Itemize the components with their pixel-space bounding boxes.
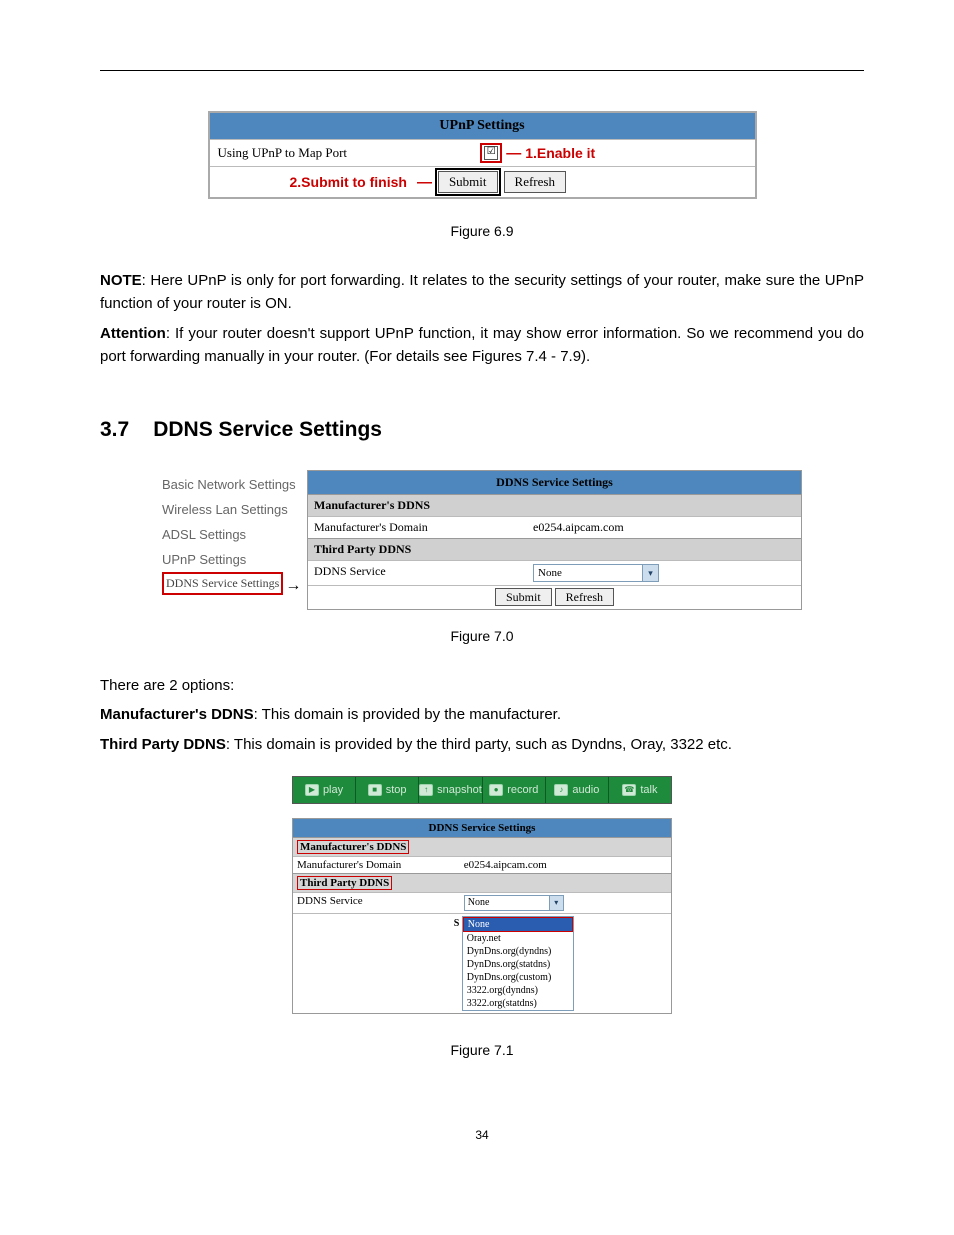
attention-text: : If your router doesn't support UPnP fu…: [100, 325, 864, 365]
manufacturer-domain-value-2: e0254.aipcam.com: [460, 857, 671, 873]
refresh-button[interactable]: Refresh: [504, 171, 566, 193]
toolbar-stop-label: stop: [386, 784, 407, 796]
ddns-service-select-value-2: None: [468, 897, 490, 908]
ddns-service-label-2: DDNS Service: [293, 893, 460, 913]
manufacturer-domain-label: Manufacturer's Domain: [308, 517, 527, 538]
ddns-service-select-2[interactable]: None ▾: [464, 895, 564, 911]
toolbar-stop[interactable]: ■ stop: [356, 777, 419, 803]
settings-sidebar: Basic Network Settings Wireless Lan Sett…: [162, 470, 307, 610]
upnp-title: UPnP Settings: [210, 113, 755, 139]
talk-icon: ☎: [622, 784, 636, 796]
submit-button[interactable]: Submit: [438, 171, 498, 193]
player-toolbar: ▶ play ■ stop ↑ snapshot ● record ♪ audio ☎ ta…: [292, 776, 672, 804]
attention-paragraph: Attention: If your router doesn't suppor…: [100, 322, 864, 369]
ddns-head-2: DDNS Service Settings: [293, 819, 671, 837]
note-text: : Here UPnP is only for port forwarding.…: [100, 272, 864, 312]
toolbar-play-label: play: [323, 784, 343, 796]
toolbar-record[interactable]: ● record: [483, 777, 546, 803]
submit-button[interactable]: Submit: [495, 588, 552, 606]
upnp-checkbox[interactable]: ☑: [484, 146, 498, 160]
chevron-down-icon: ▾: [642, 565, 658, 581]
record-icon: ●: [489, 784, 503, 796]
ddns-option-oray[interactable]: Oray.net: [463, 932, 573, 945]
figure-7-1-caption: Figure 7.1: [100, 1042, 864, 1058]
toolbar-snapshot-label: snapshot: [437, 784, 482, 796]
upnp-settings-panel: UPnP Settings Using UPnP to Map Port ☑ —…: [208, 111, 757, 199]
ddns-dropdown-panel: ▶ play ■ stop ↑ snapshot ● record ♪ audio ☎ ta…: [292, 776, 672, 1014]
stop-icon: ■: [368, 784, 382, 796]
s-annotation: S: [454, 918, 460, 929]
play-icon: ▶: [305, 784, 319, 796]
note-paragraph: NOTE: Here UPnP is only for port forward…: [100, 269, 864, 316]
sidebar-arrow-icon: →: [285, 577, 301, 594]
top-rule: [100, 70, 864, 71]
sidebar-item-basic-network[interactable]: Basic Network Settings: [162, 472, 307, 497]
ddns-sub-thirdparty: Third Party DDNS: [308, 538, 801, 560]
option1-paragraph: Manufacturer's DDNS: This domain is prov…: [100, 703, 864, 726]
section-title: DDNS Service Settings: [153, 418, 382, 441]
annotation-submit: 2.Submit to finish: [290, 174, 407, 190]
sidebar-item-upnp[interactable]: UPnP Settings: [162, 547, 307, 572]
option2-paragraph: Third Party DDNS: This domain is provide…: [100, 733, 864, 756]
ddns-options-dropdown[interactable]: None Oray.net DynDns.org(dyndns) DynDns.…: [462, 916, 574, 1011]
toolbar-play[interactable]: ▶ play: [293, 777, 356, 803]
annotation-dash-2: —: [417, 174, 432, 191]
figure-7-0-caption: Figure 7.0: [100, 628, 864, 644]
chevron-down-icon: ▾: [549, 896, 563, 910]
toolbar-audio[interactable]: ♪ audio: [546, 777, 609, 803]
ddns-option-dyndns-custom[interactable]: DynDns.org(custom): [463, 971, 573, 984]
upnp-row-label: Using UPnP to Map Port: [210, 140, 477, 166]
upnp-checkbox-highlight: ☑: [480, 143, 502, 163]
audio-icon: ♪: [554, 784, 568, 796]
toolbar-talk-label: talk: [640, 784, 657, 796]
ddns-option-dyndns-stat[interactable]: DynDns.org(statdns): [463, 958, 573, 971]
attention-label: Attention: [100, 325, 166, 342]
option2-text: : This domain is provided by the third p…: [226, 736, 732, 753]
ddns-settings-panel: Basic Network Settings Wireless Lan Sett…: [162, 470, 802, 610]
sidebar-item-ddns-selected[interactable]: DDNS Service Settings: [162, 572, 283, 595]
manufacturer-ddns-box: Manufacturer's DDNS: [297, 840, 409, 854]
note-label: NOTE: [100, 272, 142, 289]
sidebar-item-adsl[interactable]: ADSL Settings: [162, 522, 307, 547]
option1-text: : This domain is provided by the manufac…: [254, 706, 561, 723]
refresh-button[interactable]: Refresh: [555, 588, 614, 606]
section-number: 3.7: [100, 418, 129, 441]
ddns-option-3322-stat[interactable]: 3322.org(statdns): [463, 997, 573, 1010]
snapshot-icon: ↑: [419, 784, 433, 796]
options-intro: There are 2 options:: [100, 674, 864, 697]
ddns-option-3322-dyn[interactable]: 3322.org(dyndns): [463, 984, 573, 997]
toolbar-record-label: record: [507, 784, 538, 796]
page-number: 34: [100, 1128, 864, 1142]
manufacturer-domain-label-2: Manufacturer's Domain: [293, 857, 460, 873]
thirdparty-ddns-box: Third Party DDNS: [297, 876, 392, 890]
toolbar-snapshot[interactable]: ↑ snapshot: [419, 777, 483, 803]
ddns-service-select-value: None: [538, 567, 562, 579]
annotation-enable: 1.Enable it: [525, 145, 595, 161]
annotation-dash-1: —: [506, 145, 521, 162]
manufacturer-domain-value: e0254.aipcam.com: [527, 517, 801, 538]
toolbar-audio-label: audio: [572, 784, 599, 796]
option1-label: Manufacturer's DDNS: [100, 706, 254, 723]
option2-label: Third Party DDNS: [100, 736, 226, 753]
ddns-sub-manufacturer: Manufacturer's DDNS: [308, 494, 801, 516]
ddns-option-none[interactable]: None: [463, 917, 573, 932]
ddns-table-head: DDNS Service Settings: [308, 471, 801, 494]
figure-6-9-caption: Figure 6.9: [100, 223, 864, 239]
ddns-option-dyndns-dyn[interactable]: DynDns.org(dyndns): [463, 945, 573, 958]
section-heading: 3.7 DDNS Service Settings: [100, 418, 864, 442]
ddns-service-select[interactable]: None ▾: [533, 564, 659, 582]
sidebar-item-wireless-lan[interactable]: Wireless Lan Settings: [162, 497, 307, 522]
ddns-service-label: DDNS Service: [308, 561, 527, 585]
toolbar-talk[interactable]: ☎ talk: [609, 777, 671, 803]
